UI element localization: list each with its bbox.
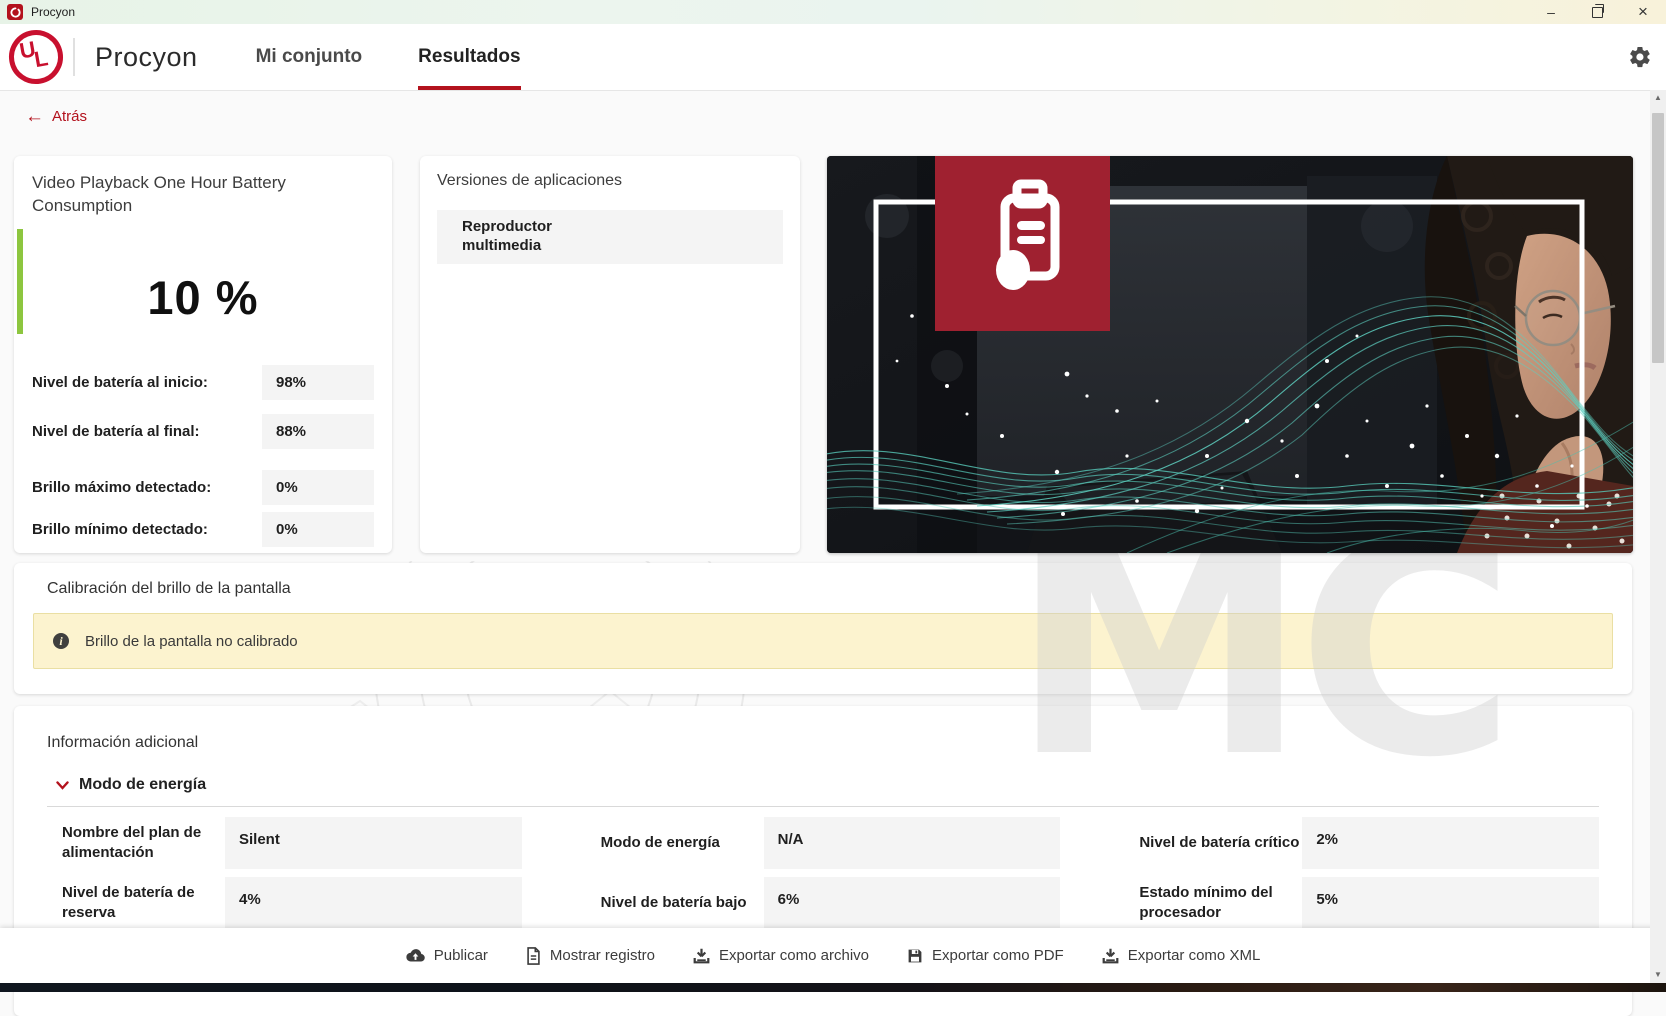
cloud-upload-icon — [406, 949, 425, 962]
minimize-button[interactable]: – — [1528, 0, 1574, 24]
maximize-button[interactable] — [1574, 0, 1620, 24]
restore-icon — [1591, 3, 1604, 18]
info-field: Modo de energía N/A — [586, 817, 1061, 869]
info-field: Nivel de batería de reserva 4% — [47, 877, 522, 929]
metric-row: Nivel de batería al inicio: 98% — [32, 364, 374, 400]
minimize-icon: – — [1547, 4, 1555, 20]
metric-row: Nivel de batería al final: 88% — [32, 413, 374, 449]
info-field: Nivel de batería crítico 2% — [1124, 817, 1599, 869]
chevron-down-icon — [56, 780, 69, 790]
info-field-value: 2% — [1302, 817, 1599, 869]
metric-row: Brillo máximo detectado: 0% — [32, 469, 374, 505]
ul-logo: UL — [4, 25, 68, 89]
info-field-value: N/A — [763, 817, 1061, 869]
close-button[interactable]: × — [1620, 0, 1666, 24]
app-versions-title: Versiones de aplicaciones — [437, 172, 623, 189]
info-field-value: 5% — [1302, 877, 1599, 929]
publish-button[interactable]: Publicar — [406, 947, 488, 964]
version-list-item: Reproductor multimedia — [437, 210, 783, 264]
download-icon — [693, 948, 710, 964]
battery-benchmark-badge — [935, 156, 1110, 331]
metric-value-field: 0% — [262, 469, 374, 505]
save-icon — [908, 949, 922, 962]
app-header: UL Procyon Mi conjunto Resultados — [0, 24, 1666, 91]
benchmark-title: Video Playback One Hour Battery Consumpt… — [32, 173, 286, 215]
tab-mi-conjunto[interactable]: Mi conjunto — [256, 24, 363, 90]
taskbar-edge — [0, 983, 1666, 992]
hero-photo-illustration — [827, 156, 1633, 553]
download-icon — [1102, 948, 1119, 964]
metric-value-field: 88% — [262, 413, 374, 449]
info-field-value: 6% — [763, 877, 1061, 929]
actions-footer: Publicar Mostrar registro Exportar como … — [0, 928, 1666, 983]
settings-gear-icon[interactable] — [1628, 45, 1652, 69]
close-icon: × — [1638, 2, 1648, 21]
show-log-button[interactable]: Mostrar registro — [526, 946, 655, 965]
document-icon — [527, 946, 540, 965]
brand-wordmark: Procyon — [95, 41, 198, 72]
scrollbar-thumb[interactable] — [1652, 113, 1664, 363]
scroll-down-arrow[interactable]: ▼ — [1654, 967, 1662, 981]
app-versions-card: Versiones de aplicaciones Reproductor mu… — [420, 156, 800, 553]
hero-image — [827, 156, 1633, 553]
score-card: Video Playback One Hour Battery Consumpt… — [14, 156, 392, 553]
power-mode-expander[interactable]: Modo de energía — [56, 776, 1602, 794]
info-icon: i — [53, 633, 69, 649]
back-arrow-icon: ← — [25, 106, 44, 127]
additional-info-title: Información adicional — [47, 734, 199, 751]
info-field-value: 4% — [225, 877, 522, 929]
metric-value-field: 0% — [262, 511, 374, 547]
window-title: Procyon — [31, 5, 76, 19]
vertical-scrollbar[interactable]: ▲ ▼ — [1650, 90, 1666, 983]
export-pdf-button[interactable]: Exportar como PDF — [907, 947, 1064, 964]
brightness-calibration-card: Calibración del brillo de la pantalla i … — [14, 563, 1632, 694]
export-file-button[interactable]: Exportar como archivo — [693, 947, 869, 964]
main-nav: Mi conjunto Resultados — [256, 24, 521, 90]
score-value: 10 % — [147, 270, 259, 324]
results-page: MC ← Atrás Video Playback One Hour Batte… — [0, 91, 1666, 1016]
procyon-app-icon — [7, 4, 23, 20]
info-field: Nombre del plan de alimentación Silent — [47, 817, 522, 869]
metric-value-field: 98% — [262, 364, 374, 400]
calibration-title: Calibración del brillo de la pantalla — [47, 580, 291, 597]
info-field: Nivel de batería bajo 6% — [586, 877, 1061, 929]
scroll-up-arrow[interactable]: ▲ — [1654, 90, 1662, 104]
info-field-value: Silent — [225, 817, 522, 869]
calibration-warning-banner: i Brillo de la pantalla no calibrado — [33, 613, 1613, 669]
window-titlebar: Procyon – × — [0, 0, 1666, 24]
score-accent-bar — [17, 229, 23, 334]
logo-divider — [73, 38, 75, 76]
info-field: Estado mínimo del procesador 5% — [1124, 877, 1599, 929]
metric-row: Brillo mínimo detectado: 0% — [32, 511, 374, 547]
tab-resultados[interactable]: Resultados — [418, 24, 521, 90]
divider — [47, 806, 1599, 807]
export-xml-button[interactable]: Exportar como XML — [1102, 947, 1260, 964]
back-link[interactable]: ← Atrás — [0, 91, 145, 126]
